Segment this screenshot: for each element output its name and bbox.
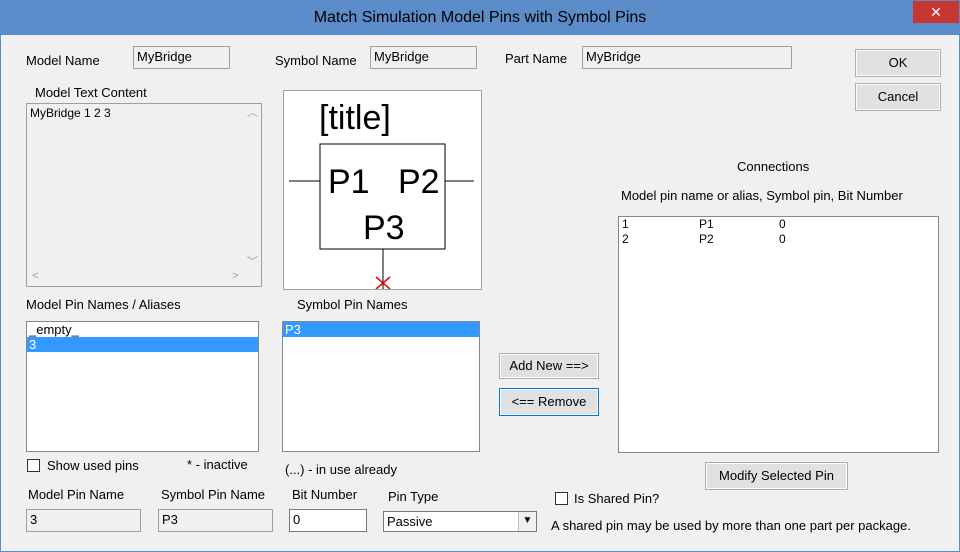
model-pins-list[interactable]: _empty_ 3 [26,321,259,452]
connection-symbol-cell: P1 [699,217,714,231]
symbol-pin-list-item[interactable]: P3 [283,322,479,337]
show-used-pins-label[interactable]: Show used pins [47,458,139,473]
symbol-preview: [title] P1 P2 P3 [283,90,482,290]
modify-selected-pin-button[interactable]: Modify Selected Pin [705,462,848,490]
part-name-label: Part Name [505,51,568,66]
in-use-note: (...) - in use already [285,462,397,477]
scroll-down-icon[interactable]: ﹀ [244,253,261,269]
connection-bit-cell: 0 [779,217,786,231]
symbol-name-label: Symbol Name [275,53,357,68]
is-shared-pin-label[interactable]: Is Shared Pin? [574,491,659,506]
dialog-client-area: Model Name MyBridge Symbol Name MyBridge… [8,35,952,545]
connection-model-cell: 1 [622,217,629,231]
scroll-left-icon[interactable]: < [27,270,44,282]
close-button[interactable]: ✕ [913,1,959,23]
inactive-note: * - inactive [187,457,248,472]
symbol-name-field: MyBridge [370,46,477,69]
symbol-pins-label: Symbol Pin Names [297,297,408,312]
bit-number-input[interactable]: 0 [289,509,367,532]
show-used-pins-checkbox[interactable] [27,459,40,472]
cancel-button[interactable]: Cancel [855,83,941,111]
model-pin-list-item[interactable]: 3 [27,337,258,352]
symbol-title: [title] [319,99,391,137]
connection-model-cell: 2 [622,232,629,246]
connection-bit-cell: 0 [779,232,786,246]
remove-button[interactable]: <== Remove [499,388,599,416]
model-text-content: MyBridge 1 2 3 [30,106,111,120]
pin-type-select[interactable]: Passive ▼ [383,511,537,532]
connections-sublabel: Model pin name or alias, Symbol pin, Bit… [621,188,903,203]
connection-row[interactable]: 2 P2 0 [619,232,938,247]
model-text-label: Model Text Content [35,85,147,100]
connection-symbol-cell: P2 [699,232,714,246]
connection-row[interactable]: 1 P1 0 [619,217,938,232]
ok-button[interactable]: OK [855,49,941,77]
symbol-pin-name-field: P3 [158,509,273,532]
model-pin-name-field: 3 [26,509,141,532]
model-text-area[interactable]: MyBridge 1 2 3 ︿ ﹀ < > [26,103,262,287]
pin-type-value: Passive [387,514,433,529]
chevron-down-icon[interactable]: ▼ [518,512,536,531]
model-name-field: MyBridge [133,46,230,69]
add-new-button[interactable]: Add New ==> [499,353,599,379]
pin-type-label: Pin Type [388,489,439,504]
connections-label: Connections [737,159,810,174]
symbol-pin2-label: P2 [398,163,440,201]
scroll-right-icon[interactable]: > [227,270,244,282]
model-text-vscrollbar[interactable]: ︿ ﹀ [244,104,261,269]
model-pins-label: Model Pin Names / Aliases [26,297,181,312]
model-text-hscrollbar[interactable]: < > [27,269,244,286]
scroll-up-icon[interactable]: ︿ [244,104,261,120]
symbol-pin-name-label: Symbol Pin Name [161,487,266,502]
symbol-pin3-label: P3 [363,209,405,247]
part-name-field: MyBridge [582,46,792,69]
shared-pin-note: A shared pin may be used by more than on… [551,518,911,533]
connections-list[interactable]: 1 P1 0 2 P2 0 [618,216,939,453]
model-name-label: Model Name [26,53,100,68]
title-bar[interactable]: Match Simulation Model Pins with Symbol … [1,1,959,35]
bit-number-label: Bit Number [292,487,358,502]
model-pin-list-item[interactable]: _empty_ [27,322,258,337]
dialog-window: Match Simulation Model Pins with Symbol … [0,0,960,552]
symbol-pins-list[interactable]: P3 [282,321,480,452]
symbol-pin1-label: P1 [328,163,370,201]
model-pin-name-label: Model Pin Name [28,487,125,502]
is-shared-pin-checkbox[interactable] [555,492,568,505]
window-title: Match Simulation Model Pins with Symbol … [313,9,647,26]
symbol-drawing: [title] P1 P2 P3 [289,99,474,289]
